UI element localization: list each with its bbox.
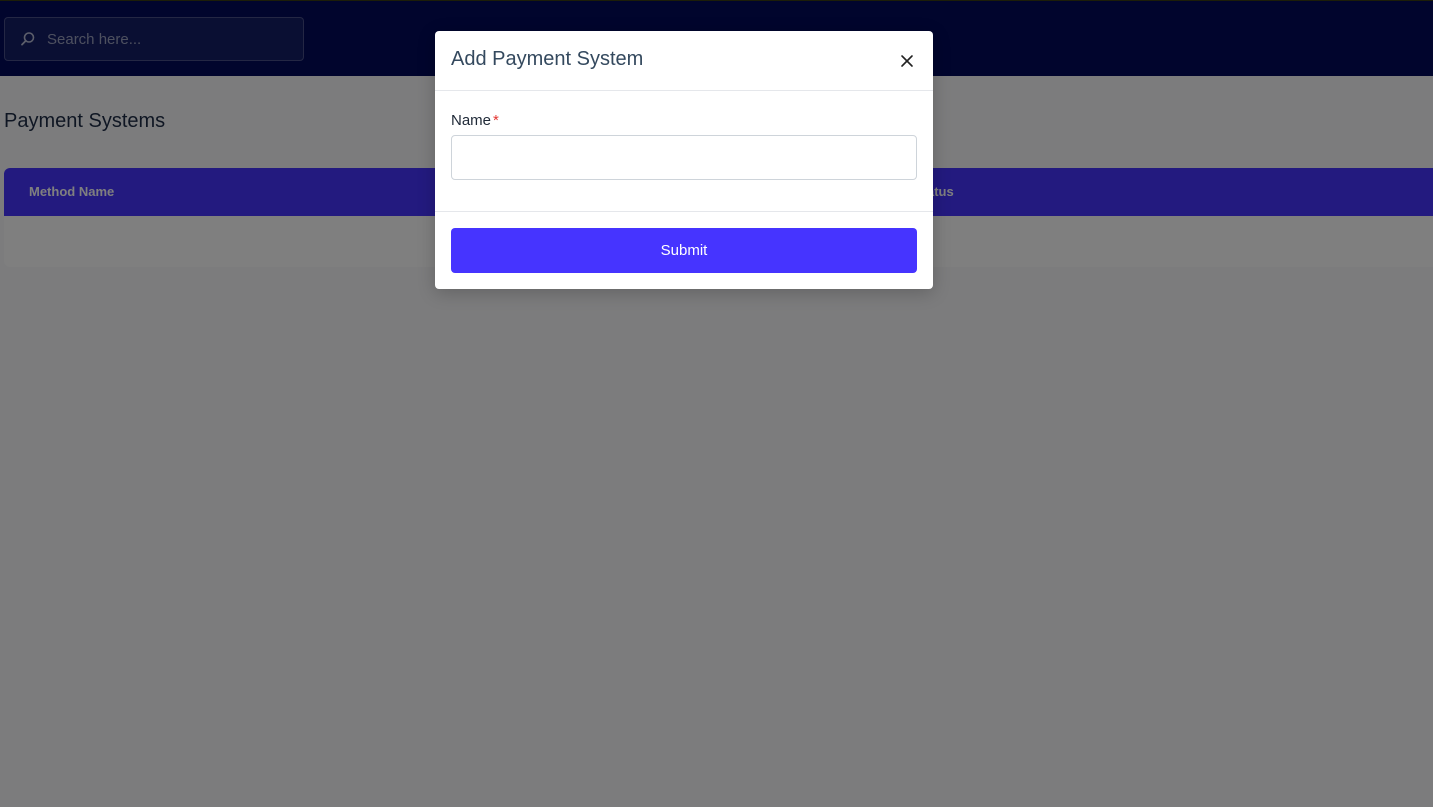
page: Payment Systems Method Name Status Add P… [0, 0, 1433, 807]
name-field-label: Name * [451, 112, 499, 129]
close-icon [900, 54, 914, 68]
required-mark: * [493, 112, 499, 129]
name-label-text: Name [451, 112, 492, 129]
close-button[interactable] [895, 49, 919, 73]
submit-button[interactable]: Submit [451, 228, 917, 273]
modal-header: Add Payment System [435, 31, 933, 91]
name-input[interactable] [451, 135, 917, 180]
modal-footer: Submit [435, 212, 933, 288]
add-payment-system-modal: Add Payment System Name * Submit [435, 31, 933, 289]
modal-title: Add Payment System [451, 48, 644, 70]
modal-body: Name * [435, 91, 933, 212]
